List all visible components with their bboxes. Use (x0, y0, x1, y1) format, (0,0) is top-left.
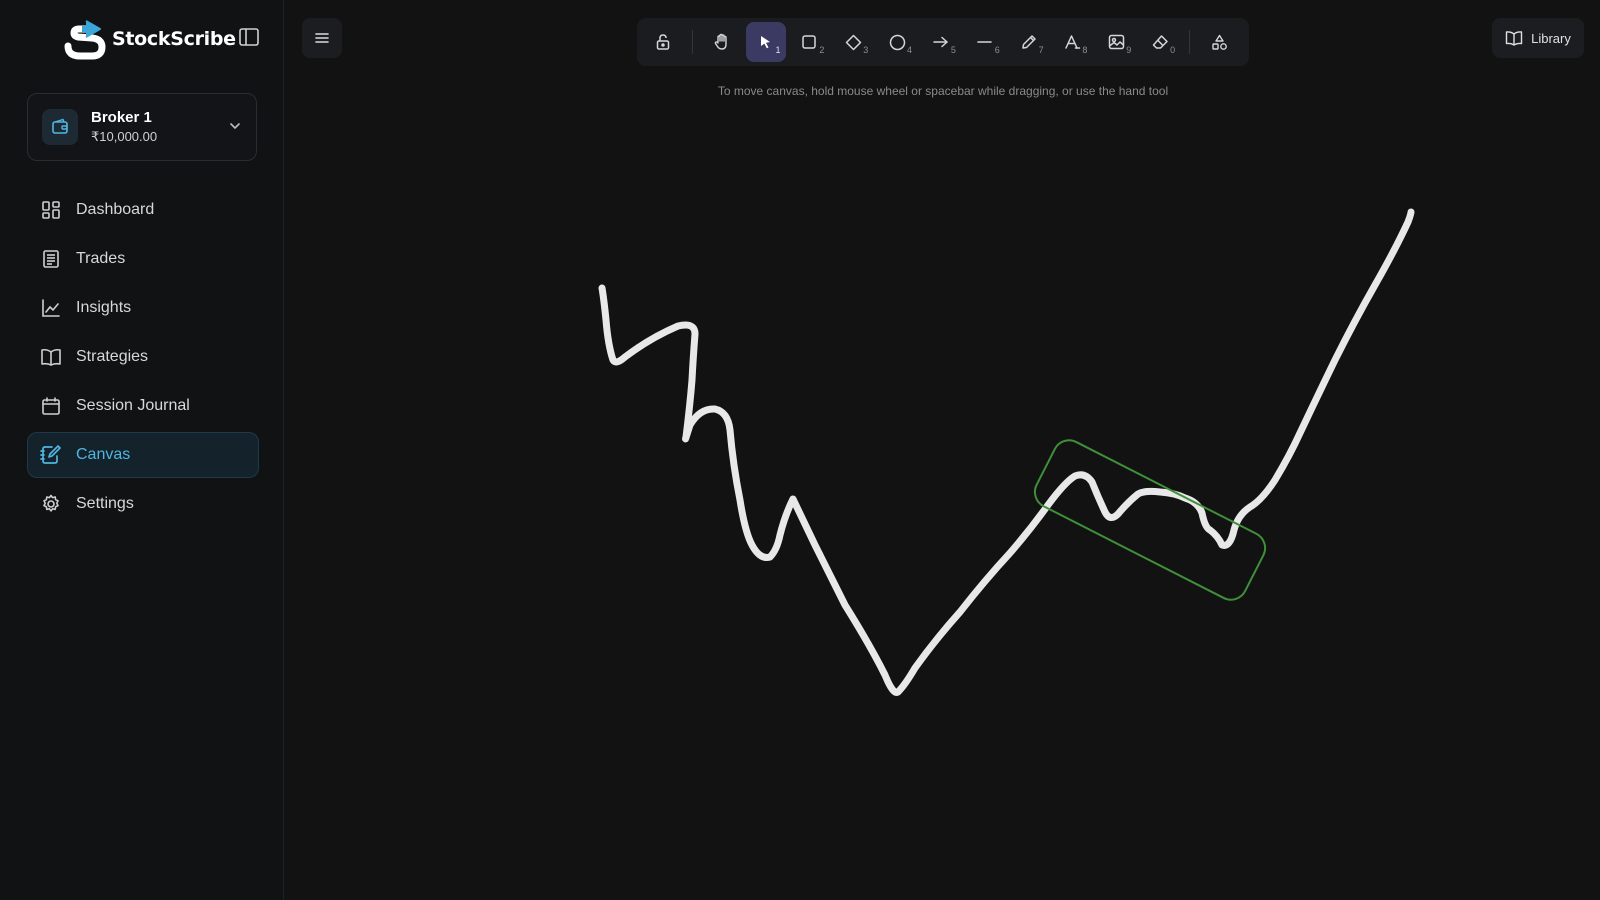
toolbar-divider (1189, 30, 1191, 54)
sidebar-item-insights[interactable]: Insights (27, 285, 259, 331)
sidebar-item-trades[interactable]: Trades (27, 236, 259, 282)
notebook-pen-icon (40, 444, 62, 466)
square-icon (802, 35, 817, 49)
wallet-icon (42, 109, 78, 145)
diamond-icon (845, 34, 862, 50)
sidebar-item-label: Trades (76, 250, 126, 267)
app-root: StockScribe Broker 1 ₹10,000.00 Dashboar… (0, 0, 1600, 900)
main-menu-button[interactable] (302, 18, 342, 58)
gear-icon (40, 493, 62, 515)
text-tool-button[interactable]: 8 (1053, 22, 1093, 62)
shortcut-label: 6 (994, 45, 1000, 55)
sidebar-item-label: Strategies (76, 348, 149, 365)
ellipse-tool-button[interactable]: 4 (877, 22, 917, 62)
sidebar-item-session-journal[interactable]: Session Journal (27, 383, 259, 429)
dashboard-icon (40, 199, 62, 221)
arrow-tool-button[interactable]: 5 (921, 22, 961, 62)
sidebar-item-label: Dashboard (76, 201, 155, 218)
arrow-right-icon (933, 36, 949, 48)
shapes-icon (1211, 34, 1227, 50)
diamond-tool-button[interactable]: 3 (833, 22, 873, 62)
brand-name: StockScribe (112, 28, 236, 50)
line-icon (977, 41, 993, 43)
eraser-tool-button[interactable]: 0 (1140, 22, 1180, 62)
sidebar-item-label: Session Journal (76, 397, 190, 414)
sidebar: StockScribe Broker 1 ₹10,000.00 Dashboar… (0, 0, 284, 900)
sidebar-item-settings[interactable]: Settings (27, 481, 259, 527)
receipt-icon (40, 248, 62, 270)
hand-tool-button[interactable] (702, 22, 742, 62)
shortcut-label: 4 (907, 45, 913, 55)
panel-left-icon (239, 28, 259, 46)
chevron-down-icon (230, 123, 240, 130)
shortcut-label: 7 (1038, 45, 1044, 55)
toolbar-divider (691, 30, 693, 54)
lock-tool-button[interactable] (643, 22, 683, 62)
calendar-icon (40, 395, 62, 417)
eraser-icon (1152, 35, 1168, 49)
line-tool-button[interactable]: 6 (965, 22, 1005, 62)
drawing-canvas[interactable] (284, 0, 1600, 900)
sidebar-item-canvas[interactable]: Canvas (27, 432, 259, 478)
sidebar-item-strategies[interactable]: Strategies (27, 334, 259, 380)
shortcut-label: 3 (863, 45, 869, 55)
shortcut-label: 5 (950, 45, 956, 55)
broker-info: Broker 1 ₹10,000.00 (91, 109, 157, 145)
library-button[interactable]: Library (1492, 18, 1584, 58)
shortcut-label: 8 (1082, 45, 1088, 55)
chart-icon (40, 297, 62, 319)
book-open-icon (1505, 31, 1523, 46)
broker-name: Broker 1 (91, 109, 152, 126)
hand-icon (714, 33, 727, 50)
sidebar-item-label: Insights (76, 299, 132, 316)
drawing-toolbar: 1 2 3 4 5 6 7 8 9 0 (637, 18, 1249, 66)
book-icon (40, 346, 62, 368)
pencil-icon (1021, 35, 1036, 49)
hamburger-icon (315, 33, 329, 43)
shortcut-label: 1 (775, 45, 781, 55)
broker-selector[interactable]: Broker 1 ₹10,000.00 (27, 93, 257, 161)
pointer-icon (760, 36, 770, 49)
sidebar-item-label: Settings (76, 495, 134, 512)
text-icon (1065, 35, 1081, 49)
sidebar-item-dashboard[interactable]: Dashboard (27, 187, 259, 233)
library-label: Library (1531, 30, 1571, 46)
image-icon (1108, 34, 1125, 50)
selection-tool-button[interactable]: 1 (745, 22, 786, 62)
logo-icon (64, 20, 106, 60)
shortcut-label: 0 (1170, 45, 1176, 55)
rectangle-tool-button[interactable]: 2 (790, 22, 830, 62)
brand[interactable]: StockScribe (62, 18, 236, 60)
sidebar-item-label: Canvas (76, 446, 131, 463)
unlock-icon (656, 34, 670, 50)
image-tool-button[interactable]: 9 (1096, 22, 1136, 62)
freehand-stroke[interactable] (598, 208, 1415, 696)
shortcut-label: 9 (1126, 45, 1132, 55)
sidebar-nav: Dashboard Trades Insights Strategies Ses… (27, 187, 259, 530)
extra-tools-button[interactable] (1199, 22, 1239, 62)
broker-balance: ₹10,000.00 (91, 129, 158, 144)
circle-icon (889, 34, 905, 50)
shortcut-label: 2 (819, 45, 825, 55)
draw-tool-button[interactable]: 7 (1009, 22, 1049, 62)
canvas-hint: To move canvas, hold mouse wheel or spac… (717, 84, 1169, 98)
sidebar-toggle-button[interactable] (238, 26, 260, 48)
